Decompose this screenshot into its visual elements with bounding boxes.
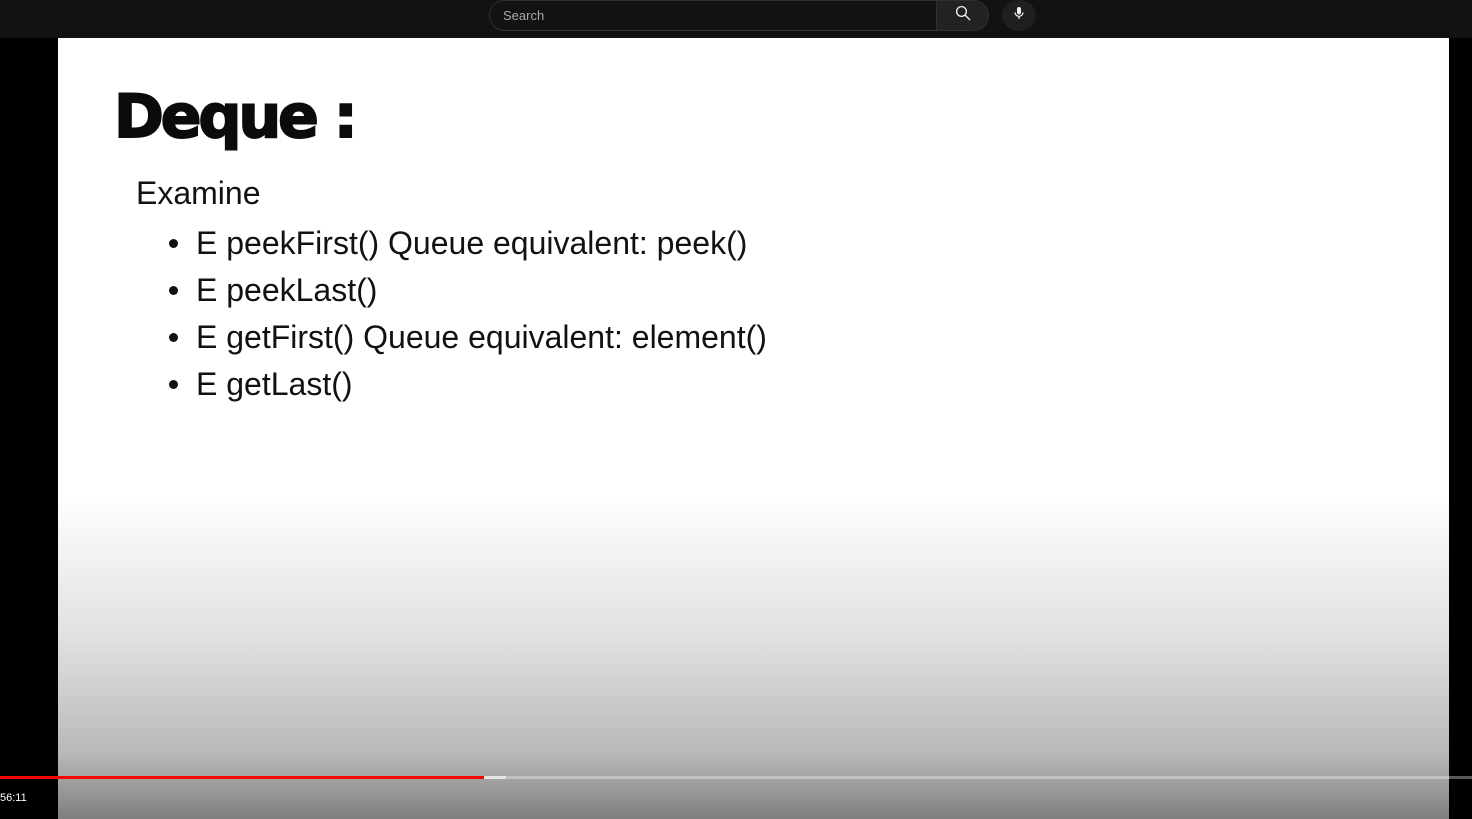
list-item: E peekLast() [166, 267, 767, 314]
list-item: E peekFirst() Queue equivalent: peek() [166, 220, 767, 267]
bullet-dot [169, 239, 178, 248]
search-input[interactable]: Search [489, 0, 937, 31]
bullet-text: E getLast() [196, 366, 353, 402]
bullet-text: E getFirst() Queue equivalent: element() [196, 319, 767, 355]
list-item: E getFirst() Queue equivalent: element() [166, 314, 767, 361]
video-player[interactable]: Deque : Examine E peekFirst() Queue equi… [0, 38, 1472, 819]
video-frame: Deque : Examine E peekFirst() Queue equi… [58, 38, 1449, 819]
progress-bar[interactable] [0, 776, 1472, 779]
bullet-text: E peekFirst() Queue equivalent: peek() [196, 225, 748, 261]
microphone-icon [1011, 4, 1027, 27]
slide-bullet-list: E peekFirst() Queue equivalent: peek() E… [166, 220, 767, 408]
search-button[interactable] [936, 0, 989, 31]
slide-subhead: Examine [136, 175, 261, 211]
slide-title: Deque : [113, 81, 359, 153]
search-icon [954, 4, 972, 27]
bullet-dot [169, 333, 178, 342]
played-bar [0, 776, 485, 779]
current-time: 56:11 [0, 792, 27, 804]
list-item: E getLast() [166, 361, 767, 408]
bullet-text: E peekLast() [196, 272, 378, 308]
search-placeholder: Search [503, 8, 545, 23]
bullet-dot [169, 380, 178, 389]
bullet-dot [169, 286, 178, 295]
masthead: Search [0, 0, 1472, 38]
voice-search-button[interactable] [1002, 0, 1036, 31]
